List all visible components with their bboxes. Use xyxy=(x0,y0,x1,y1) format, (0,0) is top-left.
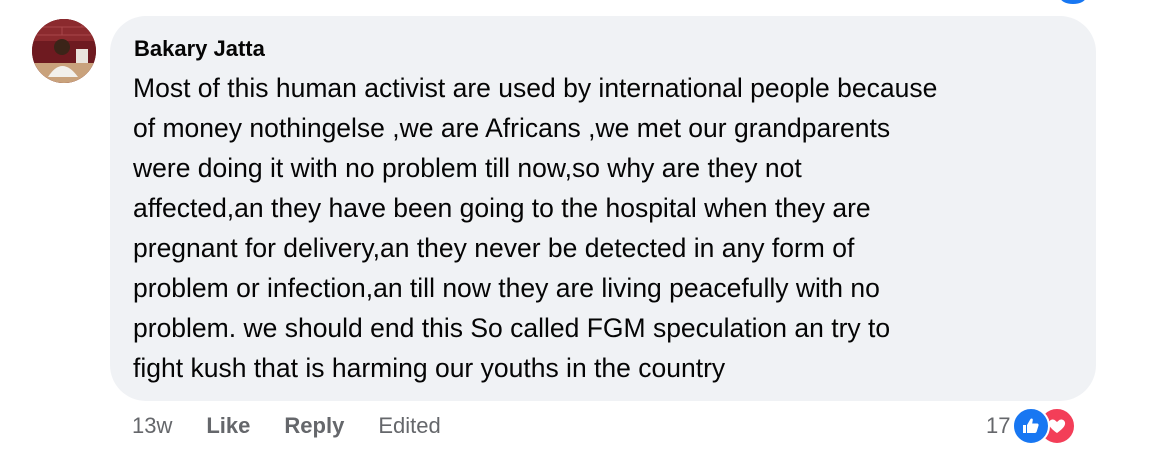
reactions-summary[interactable]: 17 xyxy=(986,407,1077,445)
reply-button[interactable]: Reply xyxy=(284,413,344,439)
avatar[interactable] xyxy=(32,19,96,83)
notification-dot xyxy=(1060,0,1086,4)
like-button[interactable]: Like xyxy=(206,413,250,439)
comment-timestamp[interactable]: 13w xyxy=(132,413,172,439)
comment-text: Most of this human activist are used by … xyxy=(133,73,938,383)
profile-photo-icon xyxy=(32,19,96,83)
comment-bubble: Bakary Jatta Most of this human activist… xyxy=(110,16,1096,401)
comment-actions: 13w Like Reply Edited xyxy=(132,410,441,442)
comment-author[interactable]: Bakary Jatta xyxy=(134,36,265,62)
edited-label: Edited xyxy=(378,413,441,438)
reaction-count: 17 xyxy=(986,413,1011,438)
